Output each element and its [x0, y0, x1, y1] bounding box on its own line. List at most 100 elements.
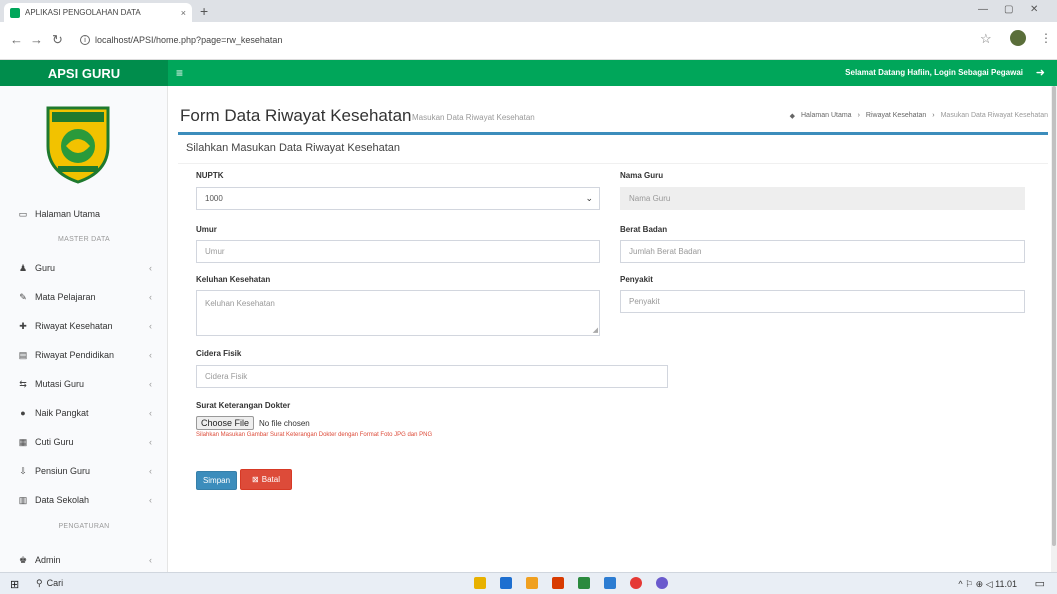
- file-explorer-icon[interactable]: [474, 577, 486, 589]
- chrome-icon[interactable]: [630, 577, 642, 589]
- user-icon: ♟: [18, 262, 28, 273]
- address-bar-row: ← → ↻ i localhost/APSI/home.php?page=rw_…: [0, 22, 1057, 60]
- app-icon[interactable]: [500, 577, 512, 589]
- chevron-down-icon: ⌄: [585, 193, 593, 203]
- nama-guru-placeholder: Nama Guru: [629, 194, 671, 203]
- info-icon[interactable]: i: [80, 35, 90, 45]
- search-icon: ⚲: [36, 578, 43, 588]
- calendar-icon: ▦: [18, 436, 28, 447]
- tab-close-icon[interactable]: ×: [181, 8, 186, 18]
- keluhan-label: Keluhan Kesehatan: [196, 275, 271, 284]
- file-status-text: No file chosen: [259, 418, 310, 428]
- choose-file-button[interactable]: Choose File: [196, 416, 255, 430]
- umur-label: Umur: [196, 225, 217, 234]
- penyakit-label: Penyakit: [620, 275, 653, 284]
- sidebar-item-guru[interactable]: ♟ Guru ‹: [0, 255, 168, 281]
- sidebar-item-label: Pensiun Guru: [35, 466, 91, 476]
- maximize-icon[interactable]: ▢: [1004, 4, 1013, 15]
- windows-start-icon[interactable]: ⊞: [10, 578, 19, 591]
- keluhan-textarea[interactable]: Keluhan Kesehatan ◢: [196, 290, 600, 336]
- download-icon: ⇩: [19, 465, 27, 476]
- chevron-left-icon: ‹: [149, 555, 152, 565]
- sidebar-item-label: Guru: [35, 263, 56, 273]
- sidebar-item-pensiun-guru[interactable]: ⇩ Pensiun Guru ‹: [0, 458, 168, 484]
- file-help-text: Silahkan Masukan Gambar Surat Keterangan…: [196, 432, 433, 438]
- browser-menu-icon[interactable]: ⋮: [1040, 31, 1052, 45]
- sidebar-item-mutasi-guru[interactable]: ⇆ Mutasi Guru ‹: [0, 371, 168, 397]
- cidera-fisik-input[interactable]: Cidera Fisik: [196, 365, 668, 388]
- sidebar-item-label: Mata Pelajaran: [35, 292, 96, 302]
- simpan-button[interactable]: Simpan: [196, 471, 237, 490]
- back-icon[interactable]: ←: [10, 32, 23, 47]
- umur-input[interactable]: Umur: [196, 240, 600, 263]
- logout-icon[interactable]: ➜: [1036, 66, 1045, 79]
- menu-toggle-icon[interactable]: ≡: [176, 66, 183, 80]
- chevron-left-icon: ‹: [149, 350, 152, 360]
- breadcrumb: ◆ Halaman Utama › Riwayat Kesehatan › Ma…: [790, 112, 1048, 120]
- browser-tab[interactable]: APLIKASI PENGOLAHAN DATA ×: [4, 3, 192, 22]
- favicon-icon: [10, 7, 20, 18]
- scrollbar-thumb[interactable]: [1052, 86, 1056, 546]
- chevron-left-icon: ‹: [149, 466, 152, 476]
- berat-badan-placeholder: Jumlah Berat Badan: [629, 247, 702, 256]
- education-icon: ▤: [18, 349, 28, 360]
- sidebar-section-master: MASTER DATA: [57, 236, 111, 243]
- sidebar-item-riwayat-pendidikan[interactable]: ▤ Riwayat Pendidikan ‹: [0, 342, 168, 368]
- chevron-left-icon: ‹: [149, 321, 152, 331]
- app-logo[interactable]: APSI GURU: [0, 60, 168, 86]
- sidebar-item-halaman-utama[interactable]: ▭ Halaman Utama: [0, 201, 168, 227]
- surat-keterangan-label: Surat Keterangan Dokter: [196, 401, 291, 410]
- sidebar-item-naik-pangkat[interactable]: ● Naik Pangkat ‹: [0, 400, 168, 426]
- forward-icon[interactable]: →: [30, 32, 43, 47]
- cidera-fisik-label: Cidera Fisik: [196, 349, 242, 358]
- sidebar-item-label: Naik Pangkat: [35, 408, 89, 418]
- page-subtitle: Masukan Data Riwayat Kesehatan: [412, 113, 535, 122]
- sidebar-item-riwayat-kesehatan[interactable]: ✚ Riwayat Kesehatan ‹: [0, 313, 168, 339]
- admin-icon: ♚: [18, 554, 28, 565]
- app-icon[interactable]: [578, 577, 590, 589]
- app-icon[interactable]: [526, 577, 538, 589]
- breadcrumb-separator: ›: [857, 112, 860, 119]
- box-title: Silahkan Masukan Data Riwayat Kesehatan: [186, 142, 401, 154]
- batal-button[interactable]: ⊠ Batal: [240, 469, 292, 490]
- taskbar-search[interactable]: ⚲ Cari: [36, 578, 63, 589]
- nuptk-select[interactable]: 1000 ⌄: [196, 187, 600, 210]
- breadcrumb-home[interactable]: Halaman Utama: [801, 112, 852, 120]
- app-icon[interactable]: [552, 577, 564, 589]
- building-icon: ▥: [18, 494, 28, 505]
- app-icon[interactable]: [604, 577, 616, 589]
- url-input[interactable]: i localhost/APSI/home.php?page=rw_keseha…: [80, 29, 960, 51]
- sidebar-item-data-sekolah[interactable]: ▥ Data Sekolah ‹: [0, 487, 168, 513]
- close-window-icon[interactable]: ✕: [1030, 4, 1038, 15]
- penyakit-input[interactable]: Penyakit: [620, 290, 1025, 313]
- berat-badan-label: Berat Badan: [620, 225, 668, 234]
- sidebar-item-mata-pelajaran[interactable]: ✎ Mata Pelajaran ‹: [0, 284, 168, 310]
- bookmark-star-icon[interactable]: ☆: [980, 31, 992, 47]
- berat-badan-input[interactable]: Jumlah Berat Badan: [620, 240, 1025, 263]
- breadcrumb-separator: ›: [932, 112, 935, 119]
- simpan-label: Simpan: [202, 476, 231, 485]
- nama-guru-field: Nama Guru: [620, 187, 1025, 210]
- taskbar-apps: [474, 577, 668, 589]
- breadcrumb-riwayat[interactable]: Riwayat Kesehatan: [866, 112, 926, 120]
- monitor-icon: ▭: [18, 208, 28, 219]
- notification-icon[interactable]: ▭: [1035, 577, 1045, 590]
- chevron-left-icon: ‹: [149, 408, 152, 418]
- sidebar-item-admin[interactable]: ♚ Admin ‹: [0, 547, 168, 573]
- chevron-left-icon: ‹: [149, 437, 152, 447]
- reload-icon[interactable]: ↻: [52, 32, 63, 48]
- os-taskbar: ⊞ ⚲ Cari ^ ⚐ ⊕ ◁ 11.01 ▭: [0, 572, 1057, 594]
- minimize-icon[interactable]: —: [978, 4, 988, 15]
- umur-placeholder: Umur: [205, 247, 225, 256]
- box-divider: [178, 163, 1048, 164]
- resize-handle-icon[interactable]: ◢: [593, 326, 598, 334]
- sidebar-item-cuti-guru[interactable]: ▦ Cuti Guru ‹: [0, 429, 168, 455]
- system-tray[interactable]: ^ ⚐ ⊕ ◁ 11.01: [958, 579, 1017, 590]
- app-icon[interactable]: [656, 577, 668, 589]
- profile-avatar[interactable]: [1010, 30, 1026, 46]
- new-tab-icon[interactable]: +: [200, 3, 208, 19]
- sidebar-item-label: Mutasi Guru: [35, 379, 85, 389]
- crest-logo: [46, 106, 110, 184]
- taskbar-search-label: Cari: [46, 578, 64, 588]
- welcome-text: Selamat Datang Hafiin, Login Sebagai Peg…: [845, 68, 1023, 77]
